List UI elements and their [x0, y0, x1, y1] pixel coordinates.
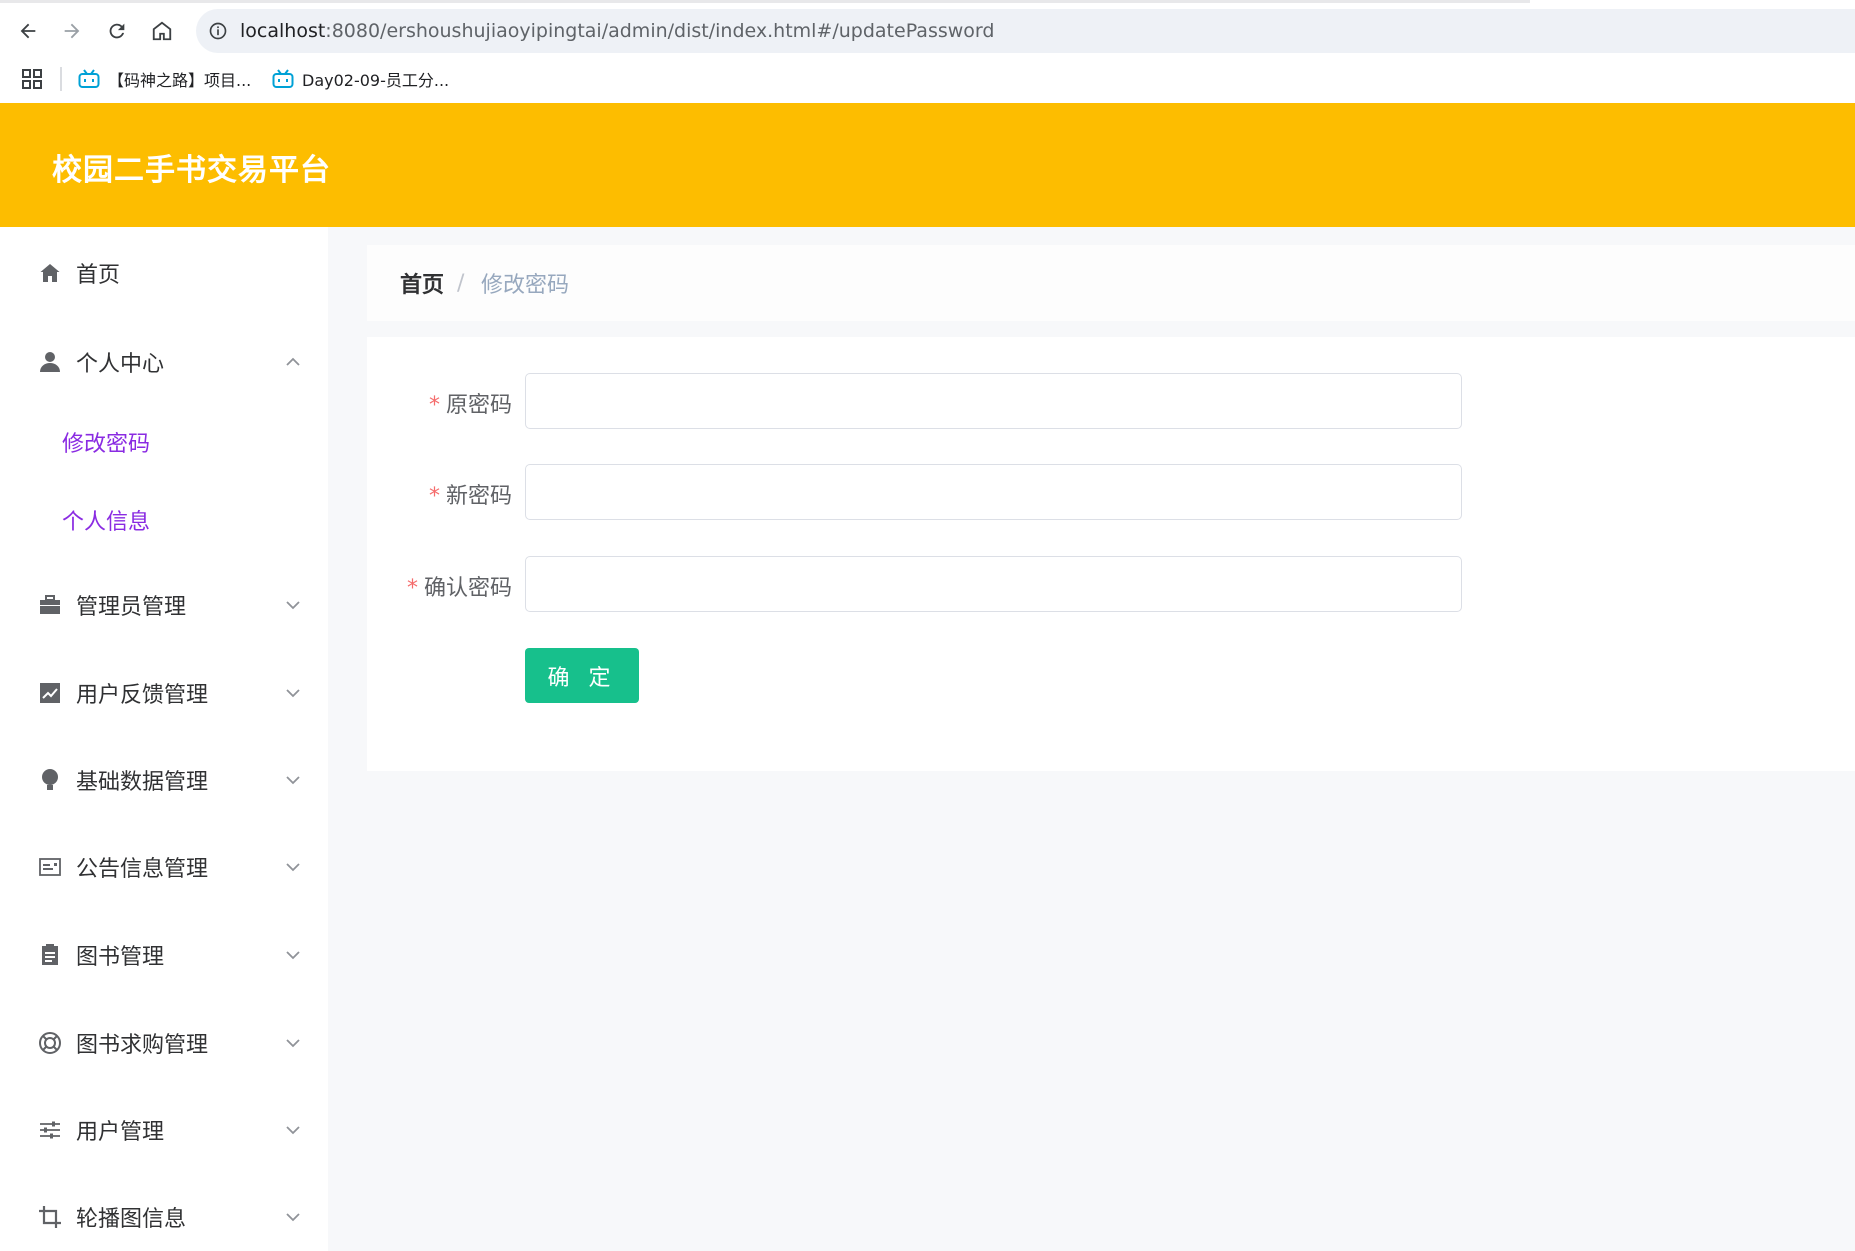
- sidebar-item-book-request-management[interactable]: 图书求购管理: [0, 1013, 328, 1073]
- sidebar-item-label: 图书管理: [76, 945, 165, 970]
- bilibili-icon: [78, 69, 100, 88]
- arrow-left-icon: [20, 23, 36, 39]
- chevron-down-icon: [286, 776, 300, 785]
- confirm-password-label: * 确认密码: [367, 570, 512, 602]
- bookmark-item[interactable]: Day02-09-员工分...: [272, 64, 449, 94]
- back-button[interactable]: [11, 14, 45, 48]
- sidebar-item-label: 管理员管理: [76, 595, 187, 620]
- clipboard-icon: [37, 942, 63, 968]
- url-host: localhost: [240, 20, 326, 42]
- lifebuoy-icon: [37, 1030, 63, 1056]
- sidebar-item-notice-management[interactable]: 公告信息管理: [0, 837, 328, 897]
- chevron-down-icon: [286, 689, 300, 698]
- confirm-button[interactable]: 确 定: [525, 648, 639, 703]
- sidebar-item-label: 个人中心: [76, 352, 165, 377]
- forward-button[interactable]: [55, 14, 89, 48]
- sidebar-subitem-change-password[interactable]: 修改密码: [0, 412, 328, 472]
- field-label-text: 新密码: [445, 484, 512, 509]
- reload-button[interactable]: [100, 14, 134, 48]
- old-password-label: * 原密码: [367, 387, 512, 419]
- sidebar-item-label: 轮播图信息: [76, 1207, 187, 1232]
- form-row-old-password: * 原密码: [367, 373, 1855, 429]
- home-icon: [37, 260, 63, 286]
- sidebar-item-label: 基础数据管理: [76, 770, 209, 795]
- new-password-input[interactable]: [525, 464, 1462, 520]
- chevron-up-icon: [286, 357, 300, 366]
- bookmark-item[interactable]: 【码神之路】项目...: [78, 64, 251, 94]
- sidebar-item-user-management[interactable]: 用户管理: [0, 1100, 328, 1160]
- bulb-icon: [37, 767, 63, 793]
- bilibili-icon: [272, 69, 294, 88]
- sidebar-subitem-label: 个人信息: [62, 510, 151, 535]
- field-label-text: 原密码: [445, 393, 512, 418]
- apps-grid-icon[interactable]: [22, 69, 42, 89]
- sidebar-subitem-personal-info[interactable]: 个人信息: [0, 490, 328, 550]
- chevron-down-icon: [286, 951, 300, 960]
- site-info-icon[interactable]: [208, 21, 228, 41]
- breadcrumb: 首页 / 修改密码: [367, 245, 1855, 321]
- sidebar-item-base-data-management[interactable]: 基础数据管理: [0, 750, 328, 810]
- chevron-down-icon: [286, 601, 300, 610]
- sidebar-subitem-label: 修改密码: [62, 432, 151, 457]
- browser-toolbar: localhost:8080/ershoushujiaoyipingtai/ad…: [0, 0, 1855, 103]
- url-path: :8080/ershoushujiaoyipingtai/admin/dist/…: [325, 20, 995, 42]
- form-row-confirm-password: * 确认密码: [367, 556, 1855, 612]
- chevron-down-icon: [286, 1213, 300, 1222]
- sidebar-item-feedback-management[interactable]: 用户反馈管理: [0, 663, 328, 723]
- required-mark: *: [406, 576, 418, 601]
- breadcrumb-current: 修改密码: [481, 273, 570, 298]
- url-text[interactable]: localhost:8080/ershoushujiaoyipingtai/ad…: [240, 20, 994, 42]
- sidebar-item-personal-center[interactable]: 个人中心: [0, 332, 328, 392]
- loading-bar: [0, 0, 1530, 3]
- breadcrumb-separator: /: [457, 270, 465, 296]
- home-button[interactable]: [145, 14, 179, 48]
- address-bar[interactable]: localhost:8080/ershoushujiaoyipingtai/ad…: [196, 9, 1855, 53]
- sidebar: 首页 个人中心 修改密码 个人信息 管理员管理 用户反馈管理 基础数据管理 公告…: [0, 227, 328, 1251]
- breadcrumb-home-link[interactable]: 首页: [400, 267, 444, 299]
- sidebar-item-carousel-info[interactable]: 轮播图信息: [0, 1187, 328, 1247]
- form-row-new-password: * 新密码: [367, 464, 1855, 520]
- home-outline-icon: [152, 21, 172, 41]
- chart-icon: [37, 680, 63, 706]
- chevron-down-icon: [286, 1039, 300, 1048]
- sidebar-item-label: 首页: [76, 263, 121, 288]
- card-icon: [37, 854, 63, 880]
- sidebar-item-label: 图书求购管理: [76, 1033, 209, 1058]
- bookmark-label: 【码神之路】项目...: [108, 71, 252, 90]
- user-icon: [37, 349, 63, 375]
- sliders-icon: [37, 1117, 63, 1143]
- required-mark: *: [428, 484, 440, 509]
- sidebar-item-label: 公告信息管理: [76, 857, 209, 882]
- confirm-password-input[interactable]: [525, 556, 1462, 612]
- chevron-down-icon: [286, 863, 300, 872]
- sidebar-item-label: 用户反馈管理: [76, 683, 209, 708]
- sidebar-item-book-management[interactable]: 图书管理: [0, 925, 328, 985]
- new-password-label: * 新密码: [367, 478, 512, 510]
- bookmarks-divider: [60, 67, 62, 91]
- sidebar-item-admin-management[interactable]: 管理员管理: [0, 575, 328, 635]
- change-password-form: * 原密码 * 新密码 * 确认密码: [367, 337, 1855, 771]
- briefcase-icon: [37, 592, 63, 618]
- required-mark: *: [428, 393, 440, 418]
- sidebar-item-home[interactable]: 首页: [0, 243, 328, 303]
- reload-icon: [109, 23, 125, 39]
- field-label-text: 确认密码: [423, 576, 512, 601]
- sidebar-item-label: 用户管理: [76, 1120, 165, 1145]
- bookmark-label: Day02-09-员工分...: [302, 71, 450, 90]
- arrow-right-icon: [64, 23, 80, 39]
- chevron-down-icon: [286, 1126, 300, 1135]
- app-title: 校园二手书交易平台: [52, 153, 331, 188]
- crop-icon: [37, 1204, 63, 1230]
- old-password-input[interactable]: [525, 373, 1462, 429]
